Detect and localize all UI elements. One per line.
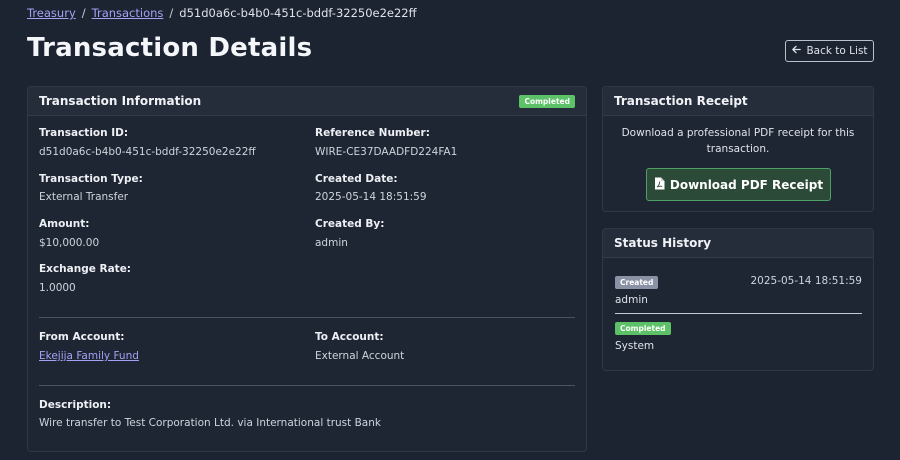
created-by-label: Created By: xyxy=(315,218,385,230)
breadcrumb: Treasury / Transactions / d51d0a6c-b4b0-451c… xyxy=(27,6,417,20)
card-title: Transaction Information xyxy=(39,94,202,108)
transaction-id-value: d51d0a6c-b4b0-451c-bddf-32250e2e22ff xyxy=(39,146,256,158)
receipt-description: Download a professional PDF receipt for … xyxy=(621,127,855,155)
reference-number-label: Reference Number: xyxy=(315,127,430,139)
download-pdf-label: Download PDF Receipt xyxy=(669,177,824,192)
status-badge-created: Created xyxy=(615,276,659,289)
from-account-link[interactable]: Ekejija Family Fund xyxy=(39,350,139,362)
page-title: Transaction Details xyxy=(27,33,313,63)
breadcrumb-treasury-link[interactable]: Treasury xyxy=(27,6,76,20)
card-header: Transaction Receipt xyxy=(603,87,873,116)
status-history-card: Status History Created 2025-05-14 18:51:… xyxy=(602,228,874,371)
created-date-label: Created Date: xyxy=(315,173,398,185)
back-to-list-label: Back to List xyxy=(806,45,868,57)
card-title: Transaction Receipt xyxy=(614,94,748,108)
back-to-list-button[interactable]: Back to List xyxy=(785,40,874,62)
download-pdf-receipt-button[interactable]: Download PDF Receipt xyxy=(646,168,831,201)
to-account-label: To Account: xyxy=(315,331,384,343)
created-date-value: 2025-05-14 18:51:59 xyxy=(315,191,427,203)
history-entry-date: 2025-05-14 18:51:59 xyxy=(750,275,862,287)
breadcrumb-separator: / xyxy=(81,6,86,20)
card-title: Status History xyxy=(614,236,712,250)
description-label: Description: xyxy=(39,399,112,411)
exchange-rate-label: Exchange Rate: xyxy=(39,263,132,275)
breadcrumb-separator: / xyxy=(169,6,174,20)
file-pdf-icon xyxy=(654,177,665,193)
breadcrumb-current: d51d0a6c-b4b0-451c-bddf-32250e2e22ff xyxy=(179,6,417,20)
transaction-id-label: Transaction ID: xyxy=(39,127,129,139)
card-header: Transaction Information Completed xyxy=(28,87,586,116)
arrow-left-icon xyxy=(791,44,802,58)
status-badge-completed: Completed xyxy=(615,322,671,335)
description-value: Wire transfer to Test Corporation Ltd. v… xyxy=(39,417,381,429)
created-by-value: admin xyxy=(315,237,348,249)
from-account-label: From Account: xyxy=(39,331,125,343)
transaction-type-value: External Transfer xyxy=(39,191,129,203)
reference-number-value: WIRE-CE37DAADFD224FA1 xyxy=(315,146,458,158)
history-entry-user: System xyxy=(615,340,655,352)
transaction-receipt-card: Transaction Receipt Download a professio… xyxy=(602,86,874,212)
card-header: Status History xyxy=(603,229,873,258)
breadcrumb-transactions-link[interactable]: Transactions xyxy=(92,6,164,20)
amount-value: $10,000.00 xyxy=(39,237,100,249)
section-divider xyxy=(39,385,575,386)
history-entry-user: admin xyxy=(615,294,648,306)
to-account-value: External Account xyxy=(315,350,405,362)
transaction-type-label: Transaction Type: xyxy=(39,173,143,185)
status-badge: Completed xyxy=(519,94,575,108)
history-divider xyxy=(615,313,862,314)
exchange-rate-value: 1.0000 xyxy=(39,282,76,294)
transaction-information-card: Transaction Information Completed Transa… xyxy=(27,86,587,452)
amount-label: Amount: xyxy=(39,218,90,230)
section-divider xyxy=(39,317,575,318)
